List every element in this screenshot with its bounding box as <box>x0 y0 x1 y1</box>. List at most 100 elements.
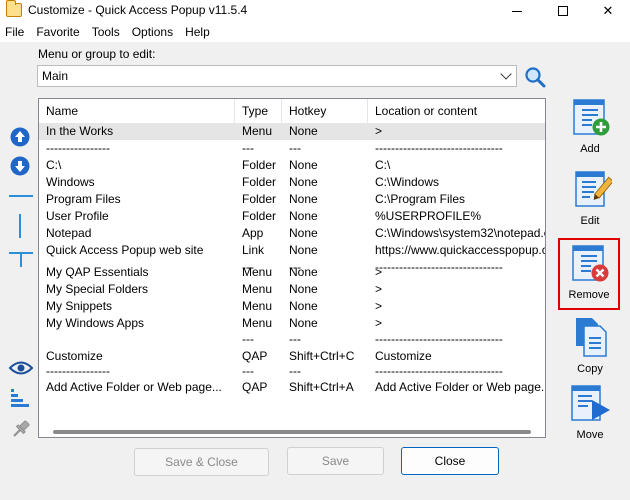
cell-hotkey: None <box>289 299 318 313</box>
cell-location: C:\Program Files <box>375 192 466 206</box>
table-row[interactable]: User Profile Folder None %USERPROFILE% <box>39 208 545 225</box>
search-icon[interactable] <box>524 66 546 88</box>
cell-name: My QAP Essentials <box>46 265 149 279</box>
cell-location: -------------------------------- <box>375 141 503 155</box>
table-row[interactable]: ---------------- --- --- ------------------… <box>39 363 545 380</box>
eye-icon[interactable] <box>8 359 34 377</box>
cell-hotkey: None <box>289 124 318 138</box>
cell-type: --- <box>242 332 254 346</box>
column-break-icon[interactable] <box>15 213 25 239</box>
title-bar: Customize - Quick Access Popup v11.5.4 ✕ <box>0 0 630 22</box>
save-button[interactable]: Save <box>287 447 384 475</box>
edit-favorite-icon <box>575 171 614 207</box>
table-row[interactable]: Windows Folder None C:\Windows <box>39 174 545 191</box>
menu-select-dropdown[interactable]: Main <box>37 65 517 87</box>
cell-location: C:\Windows\system32\notepad.exe <box>375 226 545 240</box>
cell-name <box>39 331 235 348</box>
cell-name: Windows <box>46 175 95 189</box>
sort-icon[interactable] <box>10 388 32 408</box>
menu-file[interactable]: File <box>0 25 30 39</box>
app-folder-icon <box>6 0 22 17</box>
add-favorite-icon <box>573 99 610 136</box>
chevron-down-icon <box>500 68 512 80</box>
table-row[interactable]: C:\ Folder None C:\ <box>39 157 545 174</box>
table-row[interactable]: In the Works Menu None > <box>39 123 545 140</box>
table-row[interactable]: ---------------- --- --- ------------------… <box>39 140 545 157</box>
cell-hotkey: None <box>289 209 318 223</box>
favorites-list[interactable]: Name Type Hotkey Location or content In … <box>38 98 546 438</box>
cell-type: Menu <box>242 124 273 138</box>
menu-favorite[interactable]: Favorite <box>30 25 85 39</box>
text-separator-icon[interactable] <box>8 248 34 268</box>
cell-hotkey: None <box>289 192 318 206</box>
copy-favorite-icon <box>576 318 607 357</box>
table-row[interactable]: Program Files Folder None C:\Program Files <box>39 191 545 208</box>
table-row[interactable]: My QAP Essentials Menu None > <box>39 264 545 281</box>
cell-hotkey: --- <box>289 141 301 155</box>
minimize-icon <box>512 10 522 12</box>
copy-button[interactable]: Copy <box>560 316 620 376</box>
close-button[interactable]: Close <box>401 447 499 475</box>
table-row[interactable]: My Snippets Menu None > <box>39 298 545 315</box>
cell-name: ---------------- <box>46 364 110 378</box>
cell-location: > <box>375 282 383 296</box>
horizontal-scrollbar[interactable] <box>39 424 545 437</box>
edit-label: Edit <box>580 215 600 227</box>
cell-location: C:\Windows <box>375 175 440 189</box>
cell-name: My Windows Apps <box>46 316 145 330</box>
cell-name: C:\ <box>46 158 62 172</box>
move-label: Move <box>576 429 604 441</box>
move-favorite-icon <box>571 385 610 421</box>
column-header-hotkey[interactable]: Hotkey <box>282 99 368 123</box>
menu-select-label: Menu or group to edit: <box>38 47 156 61</box>
cell-type: --- <box>242 141 254 155</box>
cell-type: QAP <box>242 380 268 394</box>
cell-hotkey: --- <box>289 332 301 346</box>
cell-name: My Special Folders <box>46 282 149 296</box>
close-window-button[interactable]: ✕ <box>585 0 630 22</box>
cell-hotkey: None <box>289 158 318 172</box>
cell-type: Menu <box>242 299 273 313</box>
cell-location: %USERPROFILE% <box>375 209 482 223</box>
cell-hotkey: None <box>289 175 318 189</box>
pin-icon[interactable] <box>10 418 32 440</box>
column-header-location[interactable]: Location or content <box>368 99 545 123</box>
menu-select-value: Main <box>42 69 69 83</box>
menu-help[interactable]: Help <box>179 25 216 39</box>
window-title: Customize - Quick Access Popup v11.5.4 <box>28 3 248 17</box>
cell-type: App <box>242 226 264 240</box>
move-up-arrow-icon[interactable] <box>10 127 30 147</box>
menu-tools[interactable]: Tools <box>86 25 126 39</box>
scrollbar-thumb[interactable] <box>53 430 531 434</box>
remove-favorite-icon <box>572 245 609 282</box>
cell-location: > <box>375 124 383 138</box>
cell-type: Folder <box>242 209 277 223</box>
add-button[interactable]: Add <box>560 98 620 156</box>
minimize-button[interactable] <box>494 0 540 22</box>
add-label: Add <box>580 143 600 155</box>
cell-location: -------------------------------- <box>375 332 503 346</box>
cell-hotkey: None <box>289 282 318 296</box>
maximize-button[interactable] <box>540 0 586 22</box>
cell-name: ---------------- <box>46 141 110 155</box>
cell-type: Link <box>242 243 265 257</box>
table-row[interactable]: Notepad App None C:\Windows\system32\notepa… <box>39 225 545 242</box>
column-header-name[interactable]: Name <box>39 99 235 123</box>
menu-options[interactable]: Options <box>126 25 179 39</box>
remove-label: Remove <box>568 289 610 301</box>
move-down-arrow-icon[interactable] <box>10 156 30 176</box>
table-row[interactable]: --- --- -------------------------------- <box>39 331 545 348</box>
move-button[interactable]: Move <box>560 382 620 442</box>
save-and-close-button[interactable]: Save & Close <box>134 448 269 476</box>
column-header-type[interactable]: Type <box>235 99 282 123</box>
edit-button[interactable]: Edit <box>560 170 620 230</box>
cell-name: Notepad <box>46 226 92 240</box>
separator-icon[interactable] <box>8 191 34 201</box>
remove-button[interactable]: Remove <box>558 238 620 310</box>
table-row[interactable]: Quick Access Popup web site Link None https… <box>39 242 545 259</box>
table-row[interactable]: My Windows Apps Menu None > <box>39 315 545 332</box>
table-row[interactable]: My Special Folders Menu None > <box>39 281 545 298</box>
table-row[interactable]: Add Active Folder or Web page... QAP Shift… <box>39 379 545 396</box>
maximize-icon <box>558 6 568 16</box>
cell-name: In the Works <box>46 124 114 138</box>
